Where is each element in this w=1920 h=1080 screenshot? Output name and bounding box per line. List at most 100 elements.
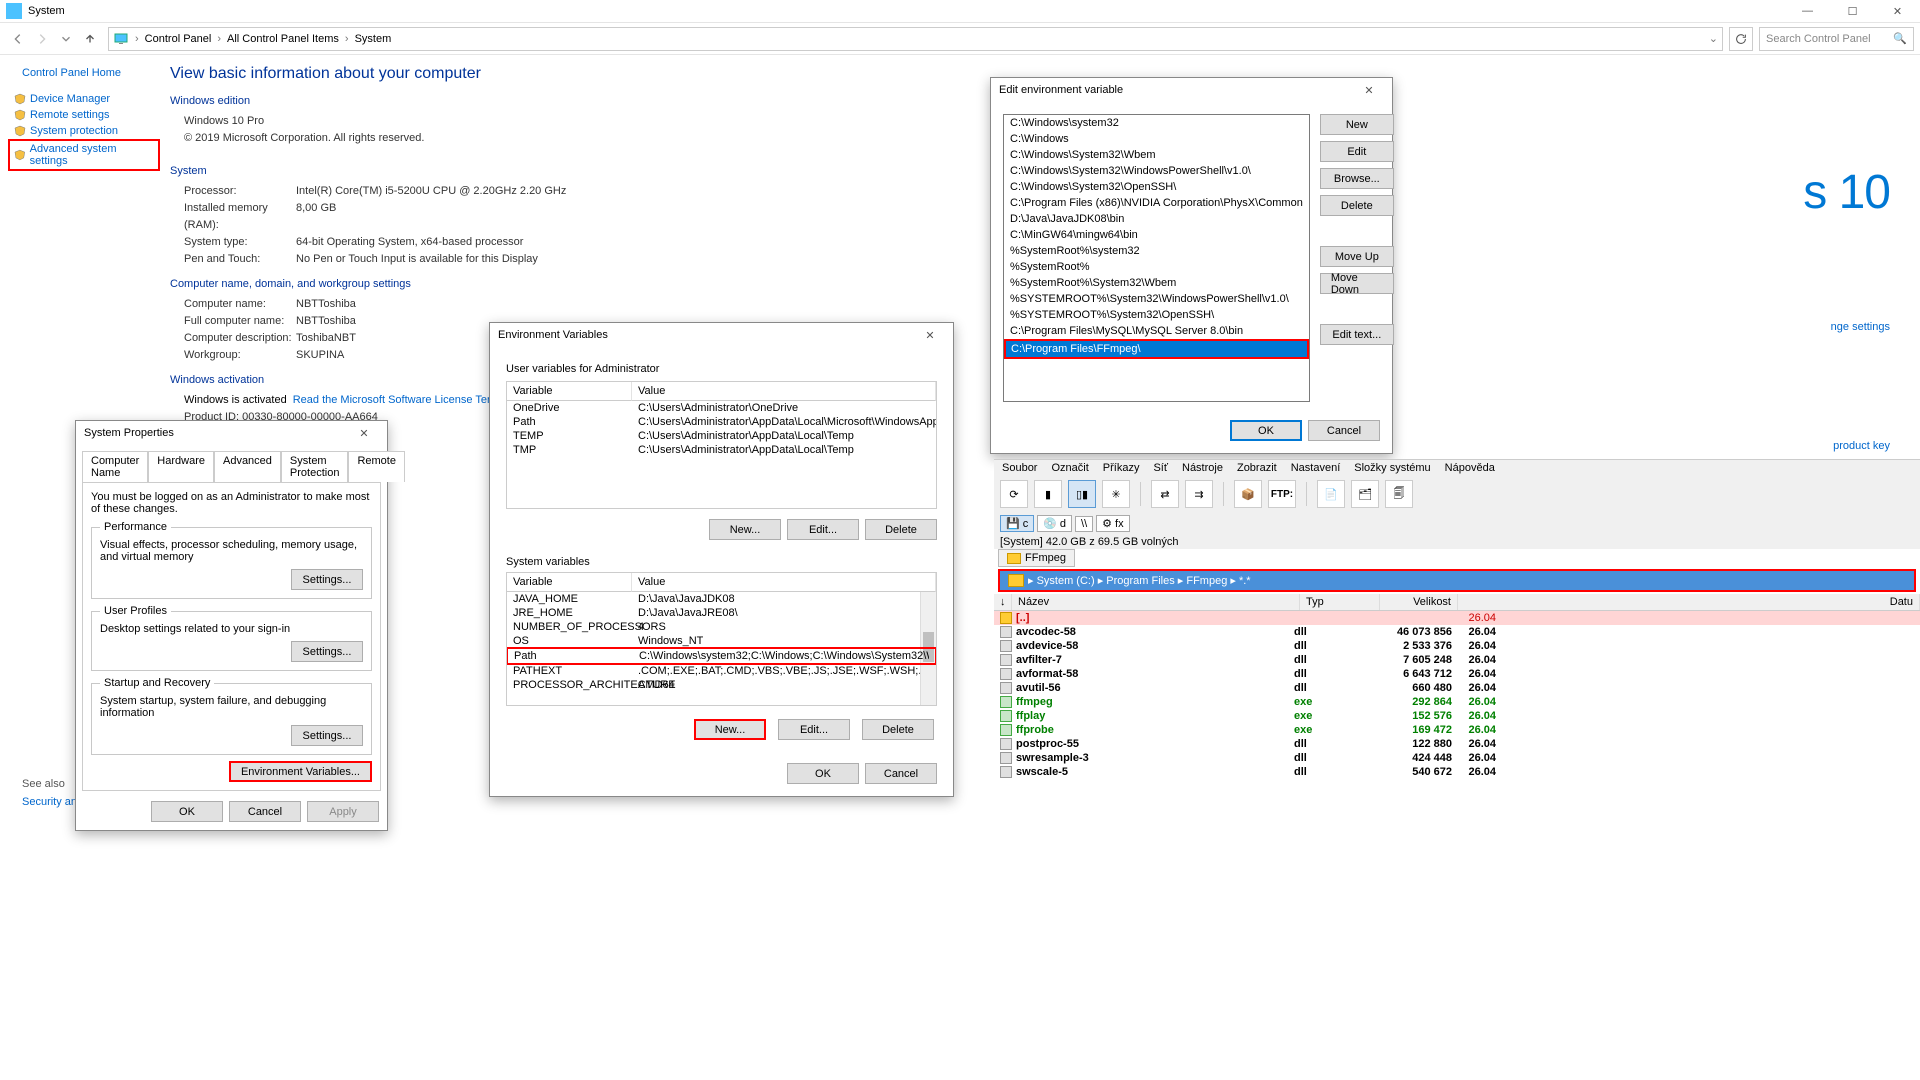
list-item[interactable]: TEMPC:\Users\Administrator\AppData\Local…	[507, 429, 936, 443]
close-icon[interactable]: ✕	[915, 329, 945, 342]
chevron-down-icon[interactable]: ⌄	[1709, 32, 1718, 45]
col-size[interactable]: Velikost	[1380, 594, 1458, 610]
file-list[interactable]: [..]26.04avcodec-58dll46 073 85626.04avd…	[994, 611, 1920, 779]
file-row[interactable]: avdevice-58dll2 533 37626.04	[994, 639, 1920, 653]
profiles-settings-button[interactable]: Settings...	[291, 641, 363, 662]
crumb-item[interactable]: Control Panel	[145, 33, 212, 45]
sys-new-button[interactable]: New...	[694, 719, 766, 740]
path-edittext-button[interactable]: Edit text...	[1320, 324, 1394, 345]
file-row[interactable]: avfilter-7dll7 605 24826.04	[994, 653, 1920, 667]
folder-icon[interactable]: 🗂	[1351, 480, 1379, 508]
list-item[interactable]: OSWindows_NT	[507, 634, 936, 648]
folder-tab[interactable]: FFmpeg	[998, 549, 1075, 567]
startup-settings-button[interactable]: Settings...	[291, 725, 363, 746]
menu-item[interactable]: Síť	[1153, 462, 1168, 474]
apply-button[interactable]: Apply	[307, 801, 379, 822]
crumb-item[interactable]: All Control Panel Items	[227, 33, 339, 45]
path-browse-button[interactable]: Browse...	[1320, 168, 1394, 189]
sidebar-item-system-protection[interactable]: System protection	[14, 123, 160, 139]
file-row[interactable]: swresample-3dll424 44826.04	[994, 751, 1920, 765]
copy-icon[interactable]: 🗐	[1385, 480, 1413, 508]
close-button[interactable]: ✕	[1875, 0, 1920, 23]
path-item[interactable]: %SystemRoot%	[1004, 259, 1309, 275]
path-item[interactable]: C:\Windows\System32\Wbem	[1004, 147, 1309, 163]
sys-vars-list[interactable]: JAVA_HOMED:\Java\JavaJDK08JRE_HOMED:\Jav…	[506, 592, 937, 706]
menu-item[interactable]: Složky systému	[1354, 462, 1430, 474]
path-item[interactable]: C:\Windows\System32\WindowsPowerShell\v1…	[1004, 163, 1309, 179]
ok-button[interactable]: OK	[787, 763, 859, 784]
refresh-icon[interactable]: ⟳	[1000, 480, 1028, 508]
path-moveup-button[interactable]: Move Up	[1320, 246, 1394, 267]
cancel-button[interactable]: Cancel	[865, 763, 937, 784]
user-vars-list[interactable]: OneDriveC:\Users\Administrator\OneDriveP…	[506, 401, 937, 509]
path-edit-input[interactable]	[1006, 341, 1307, 357]
path-item[interactable]: %SYSTEMROOT%\System32\WindowsPowerShell\…	[1004, 291, 1309, 307]
tab-computer-name[interactable]: Computer Name	[82, 451, 148, 482]
menu-item[interactable]: Příkazy	[1103, 462, 1140, 474]
menu-item[interactable]: Nápověda	[1445, 462, 1495, 474]
tab-system-protection[interactable]: System Protection	[281, 451, 349, 482]
ok-button[interactable]: OK	[1230, 420, 1302, 441]
menu-item[interactable]: Nástroje	[1182, 462, 1223, 474]
tab-remote[interactable]: Remote	[348, 451, 405, 482]
col-date[interactable]: Datu	[1458, 594, 1920, 610]
drive-network-button[interactable]: \\	[1075, 516, 1093, 532]
sidebar-item-device-manager[interactable]: Device Manager	[14, 91, 160, 107]
menu-item[interactable]: Označit	[1051, 462, 1088, 474]
list-item[interactable]: PROCESSOR_ARCHITECTUREAMD64	[507, 678, 936, 692]
path-item-editing[interactable]	[1004, 339, 1309, 359]
menu-item[interactable]: Zobrazit	[1237, 462, 1277, 474]
file-row[interactable]: avformat-58dll6 643 71226.04	[994, 667, 1920, 681]
refresh-button[interactable]	[1729, 27, 1753, 51]
tab-hardware[interactable]: Hardware	[148, 451, 214, 482]
tree-icon[interactable]: ✳	[1102, 480, 1130, 508]
path-item[interactable]: %SystemRoot%\system32	[1004, 243, 1309, 259]
sidebar-item-advanced-settings[interactable]: Advanced system settings	[8, 139, 160, 171]
breadcrumb[interactable]: › Control Panel › All Control Panel Item…	[108, 27, 1723, 51]
equal-icon[interactable]: ⇉	[1185, 480, 1213, 508]
list-item[interactable]: OneDriveC:\Users\Administrator\OneDrive	[507, 401, 936, 415]
path-item[interactable]: %SYSTEMROOT%\System32\OpenSSH\	[1004, 307, 1309, 323]
parent-dir-row[interactable]: [..]26.04	[994, 611, 1920, 625]
file-row[interactable]: avcodec-58dll46 073 85626.04	[994, 625, 1920, 639]
list-item[interactable]: JAVA_HOMED:\Java\JavaJDK08	[507, 592, 936, 606]
path-item[interactable]: C:\Windows\system32	[1004, 115, 1309, 131]
file-row[interactable]: swscale-5dll540 67226.04	[994, 765, 1920, 779]
history-dropdown[interactable]	[54, 27, 78, 51]
back-button[interactable]	[6, 27, 30, 51]
performance-settings-button[interactable]: Settings...	[291, 569, 363, 590]
change-product-key-link[interactable]: product key	[1833, 440, 1890, 452]
view-split-icon[interactable]: ▯▮	[1068, 480, 1096, 508]
path-item[interactable]: C:\Program Files (x86)\NVIDIA Corporatio…	[1004, 195, 1309, 211]
notepad-icon[interactable]: 📄	[1317, 480, 1345, 508]
view-icon[interactable]: ▮	[1034, 480, 1062, 508]
path-item[interactable]: %SystemRoot%\System32\Wbem	[1004, 275, 1309, 291]
list-item[interactable]: PathC:\Windows\system32;C:\Windows;C:\Wi…	[506, 647, 937, 665]
path-item[interactable]: C:\Windows\System32\OpenSSH\	[1004, 179, 1309, 195]
path-delete-button[interactable]: Delete	[1320, 195, 1394, 216]
cancel-button[interactable]: Cancel	[229, 801, 301, 822]
change-settings-link[interactable]: nge settings	[1831, 321, 1890, 333]
user-edit-button[interactable]: Edit...	[787, 519, 859, 540]
path-item[interactable]: C:\Windows	[1004, 131, 1309, 147]
cancel-button[interactable]: Cancel	[1308, 420, 1380, 441]
file-row[interactable]: ffprobeexe169 47226.04	[994, 723, 1920, 737]
maximize-button[interactable]: ☐	[1830, 0, 1875, 23]
path-item[interactable]: C:\MinGW64\mingw64\bin	[1004, 227, 1309, 243]
path-item[interactable]: C:\Program Files\MySQL\MySQL Server 8.0\…	[1004, 323, 1309, 339]
menu-item[interactable]: Nastavení	[1291, 462, 1341, 474]
sidebar-item-remote-settings[interactable]: Remote settings	[14, 107, 160, 123]
sys-edit-button[interactable]: Edit...	[778, 719, 850, 740]
search-input[interactable]: Search Control Panel 🔍	[1759, 27, 1914, 51]
col-variable[interactable]: Variable	[507, 573, 632, 592]
file-row[interactable]: ffmpegexe292 86426.04	[994, 695, 1920, 709]
user-delete-button[interactable]: Delete	[865, 519, 937, 540]
swap-icon[interactable]: ⇄	[1151, 480, 1179, 508]
path-breadcrumb[interactable]: ▸ System (C:) ▸ Program Files ▸ FFmpeg ▸…	[998, 569, 1916, 592]
file-row[interactable]: avutil-56dll660 48026.04	[994, 681, 1920, 695]
file-row[interactable]: postproc-55dll122 88026.04	[994, 737, 1920, 751]
forward-button[interactable]	[30, 27, 54, 51]
sys-delete-button[interactable]: Delete	[862, 719, 934, 740]
drive-d-button[interactable]: 💿 d	[1037, 515, 1072, 532]
path-list[interactable]: C:\Windows\system32C:\WindowsC:\Windows\…	[1003, 114, 1310, 402]
